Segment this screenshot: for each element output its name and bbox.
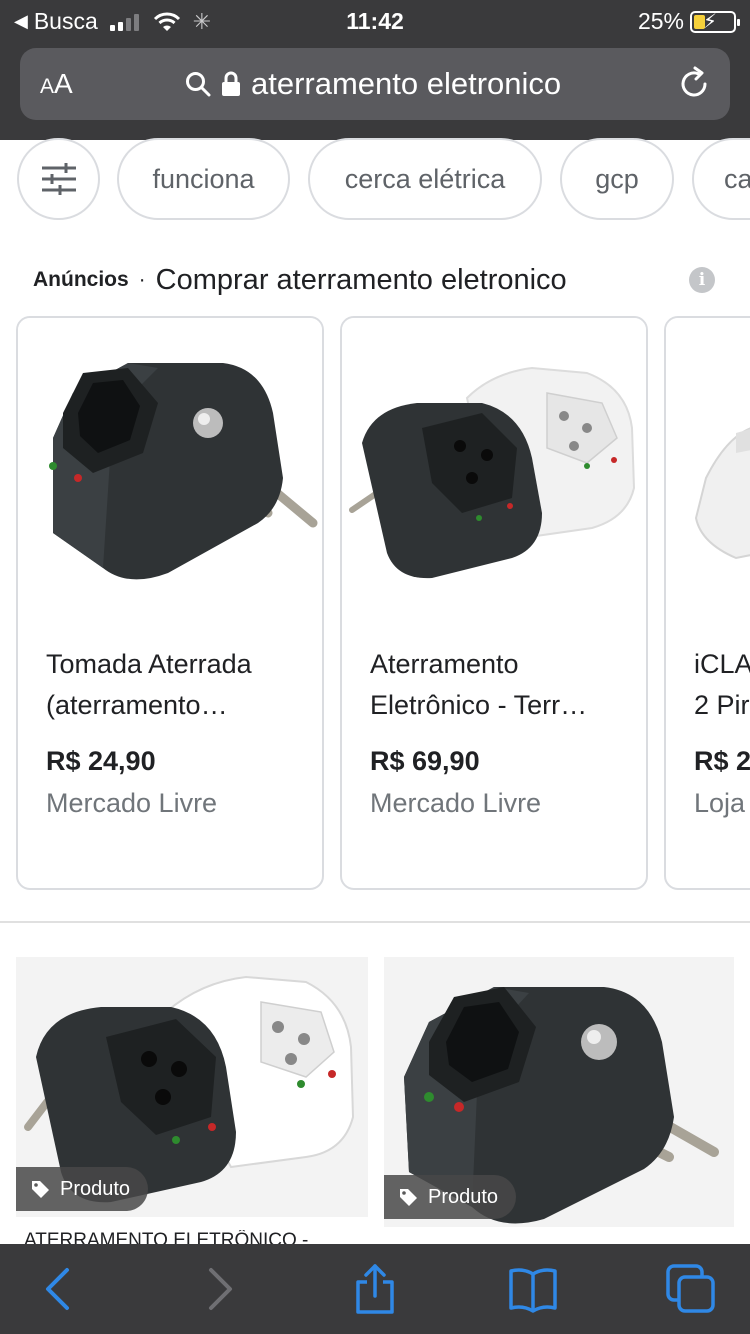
status-right: 25% ⚡ — [637, 8, 740, 35]
product-card[interactable]: iCLA 2 Pir R$ 2 Loja — [664, 316, 750, 890]
product-price: R$ 2 — [694, 746, 750, 776]
chip-gcp[interactable]: gcp — [560, 138, 674, 220]
search-icon — [186, 72, 211, 97]
lock-icon — [222, 71, 240, 96]
product-image-tile[interactable]: Produto — [384, 957, 734, 1227]
product-card[interactable]: Aterramento Eletrônico - Terr… R$ 69,90 … — [340, 316, 648, 890]
tag-icon — [32, 1181, 49, 1198]
product-image-black-adapter[interactable] — [18, 318, 322, 618]
bookmarks-icon[interactable] — [508, 1264, 558, 1314]
status-bar: ◀ Busca ✳ 11:42 25% ⚡ — [0, 0, 750, 40]
product-title[interactable]: Tomada Aterrada (aterramento… — [46, 644, 296, 726]
tabs-icon[interactable] — [666, 1264, 716, 1314]
ads-label: Anúncios — [33, 268, 129, 291]
chip-partial[interactable]: ca — [692, 138, 750, 220]
product-image-black-white-adapters[interactable] — [342, 318, 646, 618]
ads-title: Comprar aterramento eletronico — [155, 263, 567, 296]
share-icon[interactable] — [350, 1264, 400, 1314]
product-price: R$ 69,90 — [370, 746, 480, 776]
battery-icon: ⚡ — [690, 10, 740, 33]
product-badge: Produto — [384, 1175, 517, 1219]
tune-filter-icon — [41, 163, 76, 195]
info-icon[interactable]: i — [689, 267, 715, 293]
product-title[interactable]: Aterramento Eletrônico - Terr… — [370, 644, 620, 726]
ads-separator: · — [138, 268, 146, 291]
browser-toolbar — [0, 1244, 750, 1334]
product-store: Loja — [694, 788, 746, 818]
product-store: Mercado Livre — [370, 788, 542, 818]
filter-button[interactable] — [17, 138, 100, 220]
address-bar[interactable]: AA aterramento eletronico — [20, 48, 730, 120]
product-title[interactable]: iCLA 2 Pir — [694, 644, 750, 726]
battery-percent: 25% — [637, 8, 684, 34]
charging-bolt-icon: ⚡ — [703, 10, 718, 33]
chip-cerca-eletrica[interactable]: cerca elétrica — [308, 138, 542, 220]
forward-icon[interactable] — [194, 1264, 244, 1314]
tag-icon — [400, 1189, 417, 1206]
chip-funciona[interactable]: funciona — [117, 138, 290, 220]
back-icon[interactable] — [34, 1264, 84, 1314]
suggestion-chips: funciona cerca elétrica gcp ca — [0, 138, 750, 222]
product-card[interactable]: Tomada Aterrada (aterramento… R$ 24,90 M… — [16, 316, 324, 890]
reload-icon[interactable] — [676, 66, 712, 102]
badge-label: Produto — [428, 1185, 499, 1208]
address-field[interactable]: aterramento eletronico — [185, 66, 561, 102]
url-text[interactable]: aterramento eletronico — [251, 66, 561, 102]
shopping-ads-carousel[interactable]: Tomada Aterrada (aterramento… R$ 24,90 M… — [0, 316, 750, 890]
text-size-button[interactable]: AA — [40, 68, 73, 100]
badge-label: Produto — [60, 1177, 131, 1200]
product-image-white-adapter[interactable] — [666, 318, 750, 618]
section-divider — [0, 921, 750, 923]
product-price: R$ 24,90 — [46, 746, 156, 776]
product-image-tile[interactable]: Produto — [16, 957, 368, 1217]
ads-header: Anúncios · Comprar aterramento eletronic… — [33, 258, 723, 302]
browser-chrome: ◀ Busca ✳ 11:42 25% ⚡ AA aterramento ele… — [0, 0, 750, 140]
product-store: Mercado Livre — [46, 788, 218, 818]
product-badge: Produto — [16, 1167, 149, 1211]
